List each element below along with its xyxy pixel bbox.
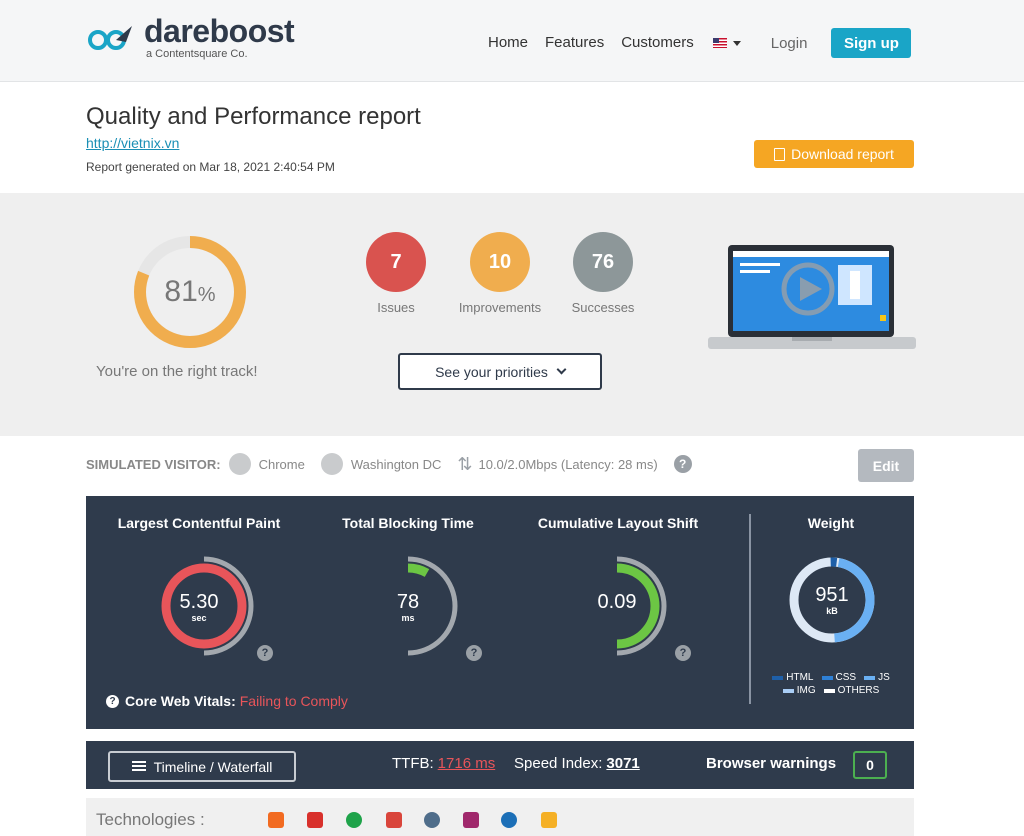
legend-html: HTML xyxy=(772,672,813,683)
cache-tech-icon[interactable] xyxy=(541,812,557,828)
download-report-button[interactable]: Download report xyxy=(754,140,914,168)
speed-index: Speed Index:3071 xyxy=(514,755,640,772)
legend-js: JS xyxy=(864,672,890,683)
nav-features[interactable]: Features xyxy=(545,31,604,55)
logo-icon xyxy=(86,20,136,54)
visitor-browser: Chrome xyxy=(259,457,305,472)
speed-index-label: Speed Index: xyxy=(514,755,602,772)
successes-badge[interactable]: 76 xyxy=(573,232,633,292)
signup-button[interactable]: Sign up xyxy=(831,28,911,58)
score-unit: % xyxy=(198,284,216,307)
report-date: Report generated on Mar 18, 2021 2:40:54… xyxy=(86,160,335,174)
timeline-label: Timeline / Waterfall xyxy=(154,759,273,775)
download-label: Download report xyxy=(791,146,894,162)
ttfb-value[interactable]: 1716 ms xyxy=(438,755,496,772)
metrics-divider xyxy=(749,514,751,704)
brand-name: dareboost xyxy=(144,14,294,48)
metrics-panel: Largest Contentful Paint Total Blocking … xyxy=(86,496,914,729)
timeline-bar: Timeline / Waterfall TTFB:1716 ms Speed … xyxy=(86,741,914,789)
cwv-help-icon[interactable]: ? xyxy=(106,695,119,708)
browser-warnings-label: Browser warnings xyxy=(706,755,836,772)
score-value: 81 % xyxy=(132,234,248,350)
score-number: 81 xyxy=(164,275,197,309)
lcp-value: 5.30 sec xyxy=(149,591,249,623)
us-flag-icon xyxy=(713,38,727,48)
brand-subtitle: a Contentsquare Co. xyxy=(146,48,294,60)
language-selector[interactable] xyxy=(713,38,741,48)
wordpress-tech-icon[interactable] xyxy=(424,812,440,828)
legend-css: CSS xyxy=(822,672,857,683)
nav-home[interactable]: Home xyxy=(488,31,528,55)
main-nav: Home Features Customers Login Sign up xyxy=(488,28,911,58)
chrome-icon xyxy=(229,453,251,475)
timeline-waterfall-button[interactable]: Timeline / Waterfall xyxy=(108,751,296,782)
lcp-help-icon[interactable]: ? xyxy=(257,645,273,661)
legend-img: IMG xyxy=(783,685,816,696)
jquery-tech-icon[interactable] xyxy=(501,812,517,828)
up-down-arrows-icon: ⇅ xyxy=(457,454,472,475)
tbt-value: 78 ms xyxy=(358,591,458,623)
tbt-number: 78 xyxy=(358,591,458,613)
technologies-bar: Technologies : xyxy=(86,798,914,836)
tbt-unit: ms xyxy=(358,613,458,623)
tbt-title: Total Blocking Time xyxy=(322,515,494,531)
improvements-label: Improvements xyxy=(440,300,560,315)
google-tech-icon[interactable] xyxy=(346,812,362,828)
summary-section: 81 % You're on the right track! 7 Issues… xyxy=(0,193,1024,436)
visitor-label: SIMULATED VISITOR: xyxy=(86,457,221,472)
ttfb-label: TTFB: xyxy=(392,755,434,772)
waterfall-icon xyxy=(132,761,146,773)
cls-title: Cumulative Layout Shift xyxy=(526,515,710,531)
score-message: You're on the right track! xyxy=(96,363,258,380)
simulated-visitor: SIMULATED VISITOR: Chrome Washington DC … xyxy=(86,452,692,476)
core-web-vitals: ? Core Web Vitals: Failing to Comply xyxy=(106,693,348,709)
successes-label: Successes xyxy=(543,300,663,315)
issues-badge[interactable]: 7 xyxy=(366,232,426,292)
ruby-tech-icon[interactable] xyxy=(386,812,402,828)
analytics-tech-icon[interactable] xyxy=(268,812,284,828)
lcp-title: Largest Contentful Paint xyxy=(106,515,292,531)
cwv-label: Core Web Vitals: xyxy=(125,693,236,709)
logo[interactable]: dareboost a Contentsquare Co. xyxy=(86,14,294,60)
visitor-location: Washington DC xyxy=(351,457,442,472)
cls-help-icon[interactable]: ? xyxy=(675,645,691,661)
lcp-unit: sec xyxy=(149,613,249,623)
visitor-connection: 10.0/2.0Mbps (Latency: 28 ms) xyxy=(478,457,657,472)
improvements-badge[interactable]: 10 xyxy=(470,232,530,292)
cls-number: 0.09 xyxy=(567,591,667,613)
page-title: Quality and Performance report xyxy=(86,103,421,131)
see-priorities-button[interactable]: See your priorities xyxy=(398,353,602,390)
weight-value: 951 kB xyxy=(782,584,882,616)
help-icon[interactable]: ? xyxy=(674,455,692,473)
weight-number: 951 xyxy=(782,584,882,606)
technologies-label: Technologies : xyxy=(96,810,205,830)
login-link[interactable]: Login xyxy=(771,35,808,52)
ttfb: TTFB:1716 ms xyxy=(392,755,495,772)
flash-tech-icon[interactable] xyxy=(307,812,323,828)
pdf-icon xyxy=(774,148,785,161)
cwv-status[interactable]: Failing to Comply xyxy=(240,693,348,709)
browser-warnings-count[interactable]: 0 xyxy=(853,751,887,779)
weight-unit: kB xyxy=(782,606,882,616)
edit-button[interactable]: Edit xyxy=(858,449,914,482)
cls-value: 0.09 xyxy=(567,591,667,613)
tbt-help-icon[interactable]: ? xyxy=(466,645,482,661)
lcp-number: 5.30 xyxy=(149,591,249,613)
legend-others: OTHERS xyxy=(824,685,880,696)
website-preview[interactable] xyxy=(708,245,916,353)
issues-label: Issues xyxy=(336,300,456,315)
chevron-down-icon xyxy=(556,365,566,375)
speed-index-value[interactable]: 3071 xyxy=(606,755,639,772)
nav-customers[interactable]: Customers xyxy=(621,31,694,55)
site-url-link[interactable]: http://vietnix.vn xyxy=(86,135,179,151)
weight-title: Weight xyxy=(776,515,886,531)
report-header: Quality and Performance report http://vi… xyxy=(0,83,1024,193)
caret-down-icon xyxy=(733,41,741,46)
priorities-label: See your priorities xyxy=(435,364,548,380)
globe-icon xyxy=(321,453,343,475)
yoast-tech-icon[interactable] xyxy=(463,812,479,828)
weight-legend: HTML CSS JS IMG OTHERS xyxy=(771,672,891,698)
header: dareboost a Contentsquare Co. Home Featu… xyxy=(0,0,1024,82)
